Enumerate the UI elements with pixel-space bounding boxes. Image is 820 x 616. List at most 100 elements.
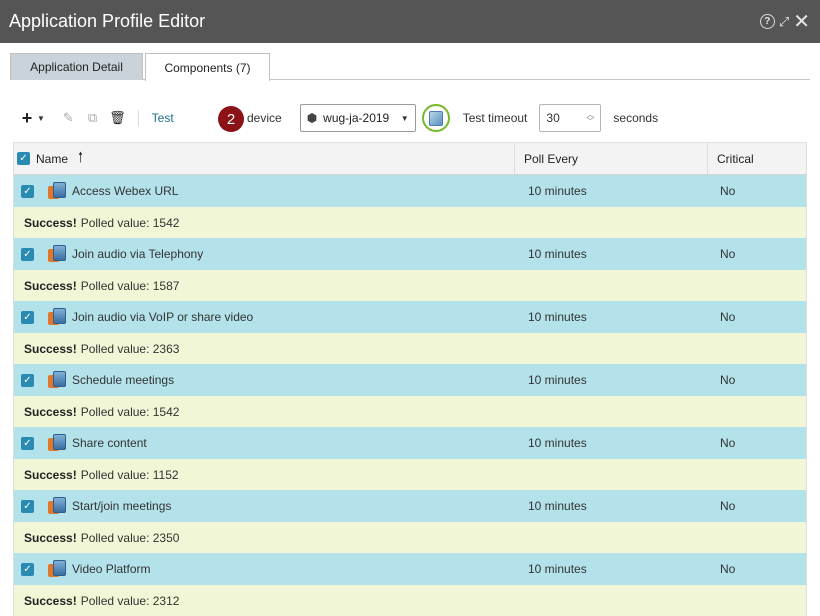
status-text: Polled value: 1587 xyxy=(80,278,180,293)
table-row[interactable]: ✓ Access Webex URL 10 minutes No xyxy=(14,175,806,207)
row-checkbox[interactable]: ✓ xyxy=(21,247,34,261)
seconds-label: seconds xyxy=(613,111,659,125)
status-word: Success! xyxy=(24,278,77,293)
test-device-value: wug-ja-2019 xyxy=(323,111,390,125)
row-status: Success! Polled value: 1542 xyxy=(14,396,806,427)
critical-cell: No xyxy=(720,310,736,324)
test-timeout-value: 30 xyxy=(546,111,560,125)
help-icon[interactable]: ? xyxy=(759,14,775,29)
poll-every-cell: 10 minutes xyxy=(528,310,587,324)
component-icon xyxy=(48,434,66,452)
test-button[interactable]: Test xyxy=(152,111,174,125)
critical-cell: No xyxy=(720,373,736,387)
poll-every-cell: 10 minutes xyxy=(528,373,587,387)
stepper-arrows-icon[interactable]: ︿ ﹀ xyxy=(586,111,594,126)
critical-column-header[interactable]: Critical xyxy=(707,143,806,174)
window-titlebar: Application Profile Editor ? ⤢ ✕ xyxy=(0,0,820,43)
critical-cell: No xyxy=(720,184,736,198)
component-name: Start/join meetings xyxy=(72,499,172,513)
row-checkbox[interactable]: ✓ xyxy=(21,562,34,576)
row-status: Success! Polled value: 1542 xyxy=(14,207,806,238)
component-name: Share content xyxy=(72,436,147,450)
copy-icon[interactable]: ⧉ xyxy=(88,108,97,128)
component-name: Access Webex URL xyxy=(72,184,179,198)
row-checkbox[interactable]: ✓ xyxy=(21,184,34,198)
test-timeout-label: Test timeout xyxy=(462,111,528,125)
tab-bar: Application Detail Components (7) xyxy=(10,53,810,81)
component-name: Schedule meetings xyxy=(72,373,175,387)
select-all-checkbox[interactable]: ✓ xyxy=(17,152,30,165)
status-text: Polled value: 1152 xyxy=(80,467,179,482)
row-checkbox[interactable]: ✓ xyxy=(21,310,34,324)
row-checkbox[interactable]: ✓ xyxy=(21,499,34,513)
device-icon: ⬢ xyxy=(306,111,318,125)
table-row[interactable]: ✓ Join audio via Telephony 10 minutes No xyxy=(14,238,806,270)
row-name-cell: ✓ Join audio via Telephony xyxy=(14,245,514,263)
status-word: Success! xyxy=(24,467,77,482)
row-name-cell: ✓ Schedule meetings xyxy=(14,371,514,389)
status-text: Polled value: 2350 xyxy=(80,530,180,545)
status-word: Success! xyxy=(24,404,77,419)
table-row[interactable]: ✓ Join audio via VoIP or share video 10 … xyxy=(14,301,806,333)
component-name: Join audio via VoIP or share video xyxy=(72,310,254,324)
row-status: Success! Polled value: 2363 xyxy=(14,333,806,364)
chevron-down-icon: ▼ xyxy=(400,113,409,123)
table-row[interactable]: ✓ Video Platform 10 minutes No xyxy=(14,553,806,585)
grid-header: ✓ Name 🠑 Poll Every Critical xyxy=(14,142,806,175)
row-name-cell: ✓ Join audio via VoIP or share video xyxy=(14,308,514,326)
run-test-button[interactable] xyxy=(421,104,450,132)
critical-cell: No xyxy=(720,562,736,576)
row-status: Success! Polled value: 1587 xyxy=(14,270,806,301)
status-word: Success! xyxy=(24,215,77,230)
add-icon[interactable]: + xyxy=(20,108,34,128)
row-status: Success! Polled value: 2350 xyxy=(14,522,806,553)
poll-every-cell: 10 minutes xyxy=(528,184,587,198)
close-icon[interactable]: ✕ xyxy=(793,12,810,32)
poll-every-cell: 10 minutes xyxy=(528,436,587,450)
sort-ascending-icon[interactable]: 🠑 xyxy=(78,147,83,171)
component-icon xyxy=(48,182,66,200)
row-status: Success! Polled value: 1152 xyxy=(14,459,806,490)
chevron-down-icon[interactable]: ▼ xyxy=(37,108,45,128)
table-row[interactable]: ✓ Start/join meetings 10 minutes No xyxy=(14,490,806,522)
component-icon xyxy=(48,371,66,389)
status-text: Polled value: 2363 xyxy=(80,341,180,356)
status-text: Polled value: 1542 xyxy=(80,404,180,419)
status-text: Polled value: 2312 xyxy=(80,593,180,608)
callout-badge-2: 2 xyxy=(218,106,244,132)
tab-application-detail[interactable]: Application Detail xyxy=(10,53,143,80)
test-device-select[interactable]: ⬢ wug-ja-2019 ▼ xyxy=(299,104,416,132)
tab-components[interactable]: Components (7) xyxy=(145,53,270,81)
window-title: Application Profile Editor xyxy=(9,11,206,31)
component-icon xyxy=(48,497,66,515)
poll-every-cell: 10 minutes xyxy=(528,499,587,513)
component-icon xyxy=(48,245,66,263)
critical-cell: No xyxy=(720,436,736,450)
poll-every-column-header[interactable]: Poll Every xyxy=(514,143,707,174)
row-name-cell: ✓ Video Platform xyxy=(14,560,514,578)
critical-cell: No xyxy=(720,499,736,513)
row-name-cell: ✓ Access Webex URL xyxy=(14,182,514,200)
row-checkbox[interactable]: ✓ xyxy=(21,436,34,450)
name-column-label: Name xyxy=(36,151,69,166)
status-word: Success! xyxy=(24,593,77,608)
table-row[interactable]: ✓ Share content 10 minutes No xyxy=(14,427,806,459)
test-timeout-stepper[interactable]: 30 ︿ ﹀ xyxy=(539,104,602,132)
window-controls: ? ⤢ ✕ xyxy=(759,12,810,32)
table-row[interactable]: ✓ Schedule meetings 10 minutes No xyxy=(14,364,806,396)
status-word: Success! xyxy=(24,530,77,545)
device-test-icon xyxy=(428,110,443,126)
critical-cell: No xyxy=(720,247,736,261)
components-grid: ✓ Name 🠑 Poll Every Critical ✓ Access We… xyxy=(13,142,807,616)
name-column-header[interactable]: ✓ Name 🠑 xyxy=(14,147,514,171)
edit-icon[interactable]: ✎ xyxy=(63,108,74,128)
expand-icon[interactable]: ⤢ xyxy=(779,14,789,30)
row-checkbox[interactable]: ✓ xyxy=(21,373,34,387)
status-text: Polled value: 1542 xyxy=(80,215,180,230)
poll-every-cell: 10 minutes xyxy=(528,562,587,576)
trash-icon[interactable]: 🗑 xyxy=(109,108,126,128)
component-icon xyxy=(48,560,66,578)
row-name-cell: ✓ Share content xyxy=(14,434,514,452)
component-icon xyxy=(48,308,66,326)
status-word: Success! xyxy=(24,341,77,356)
